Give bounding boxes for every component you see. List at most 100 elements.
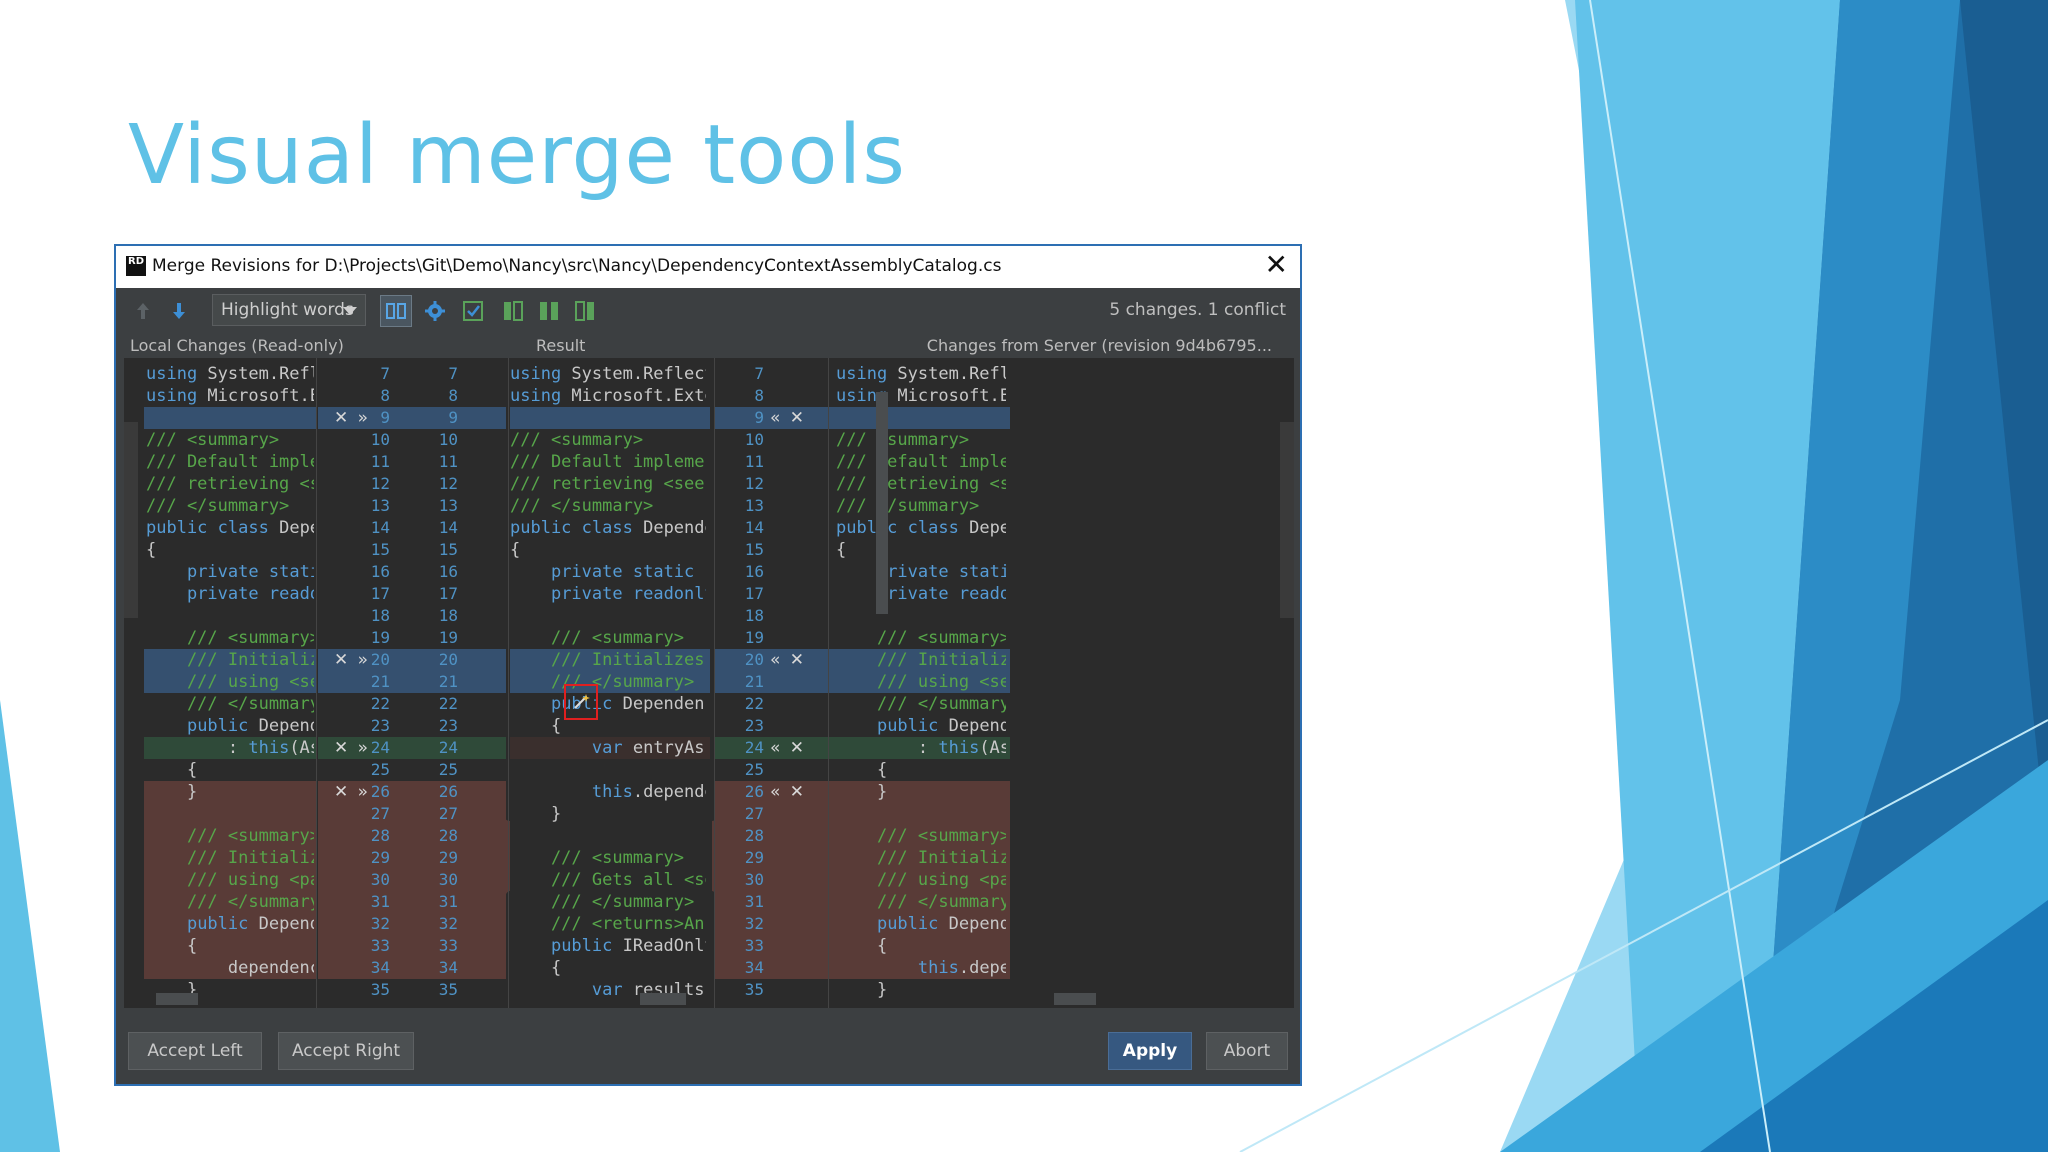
left-code-line: /// using <see ci (186, 672, 314, 692)
result-code-line: /// </summary> (510, 672, 695, 692)
settings-gear-icon[interactable] (422, 298, 448, 324)
right-code-line: public class Depender (836, 518, 1006, 538)
prev-change-icon[interactable] (130, 298, 156, 324)
left-line-number: 14 (370, 518, 390, 537)
left-scroll-thumb[interactable] (156, 993, 198, 1005)
pane-divider[interactable] (508, 358, 509, 1008)
result-left-line-number: 33 (438, 936, 458, 955)
left-gutter-highlight (318, 913, 506, 935)
left-gutter-highlight (318, 957, 506, 979)
left-code-line: /// using <parami (186, 870, 314, 890)
left-code-line: } (146, 782, 198, 802)
accept-right-icon[interactable] (572, 298, 598, 324)
highlight-mode-dropdown[interactable]: Highlight words (212, 294, 366, 326)
left-code-line: : this(Assemt (146, 738, 314, 758)
accept-right-change-marker[interactable]: « ✕ (770, 407, 806, 429)
center-scroll-thumb[interactable] (640, 993, 686, 1005)
left-gutter-highlight (318, 847, 506, 869)
abort-button[interactable]: Abort (1206, 1032, 1288, 1070)
result-left-line-number: 26 (438, 782, 458, 801)
right-code-line: /// using <see ci (876, 672, 1006, 692)
left-line-number: 32 (370, 914, 390, 933)
accept-right-change-marker[interactable]: « ✕ (770, 781, 806, 803)
result-code-line: /// <summary> (510, 430, 644, 450)
result-left-line-number: 27 (438, 804, 458, 823)
side-by-side-icon[interactable] (380, 295, 412, 327)
result-code-line: private static reado (550, 562, 706, 582)
result-left-line-number: 21 (438, 672, 458, 691)
result-left-line-number: 9 (448, 408, 458, 427)
right-error-stripe (1280, 422, 1294, 618)
result-left-line-number: 12 (438, 474, 458, 493)
accept-right-change-marker[interactable]: « ✕ (770, 737, 806, 759)
left-line-number: 28 (370, 826, 390, 845)
accept-left-change-marker[interactable]: ✕ » (334, 781, 370, 803)
accept-left-icon[interactable] (500, 298, 526, 324)
left-code-line: using Microsoft.Exter (146, 386, 314, 406)
accept-left-button[interactable]: Accept Left (128, 1032, 262, 1070)
dialog-footer: Accept Left Accept Right Apply Abort (116, 1008, 1300, 1084)
result-right-line-number: 25 (744, 760, 764, 779)
result-code-line: /// </summary> (510, 496, 654, 516)
pane-divider[interactable] (714, 358, 715, 1008)
dialog-titlebar: RD Merge Revisions for D:\Projects\Git\D… (116, 246, 1300, 288)
right-code-line: : this(Assemt (836, 738, 1006, 758)
result-right-line-number: 16 (744, 562, 764, 581)
result-left-line-number: 19 (438, 628, 458, 647)
pane-headers: Local Changes (Read-only) Result Changes… (116, 332, 1300, 358)
left-line-number: 7 (380, 364, 390, 383)
apply-non-conflicting-icon[interactable] (460, 298, 486, 324)
result-code-line: /// <returns>An <see (550, 914, 705, 934)
pane-divider[interactable] (316, 358, 317, 1008)
result-right-line-number: 12 (744, 474, 764, 493)
result-left-line-number: 11 (438, 452, 458, 471)
result-left-line-number: 22 (438, 694, 458, 713)
result-right-line-number: 21 (744, 672, 764, 691)
result-left-line-number: 14 (438, 518, 458, 537)
right-code-line: /// Initializes a (876, 650, 1006, 670)
right-change-highlight (834, 803, 1010, 825)
accept-left-change-marker[interactable]: ✕ » (334, 407, 370, 429)
accept-both-icon[interactable] (536, 298, 562, 324)
left-code-line: /// <summary> (146, 826, 314, 846)
right-scroll-thumb[interactable] (1054, 993, 1096, 1005)
left-code-line: public Dependency (186, 914, 314, 934)
result-right-line-number: 33 (744, 936, 764, 955)
close-icon[interactable]: ✕ (1265, 250, 1288, 280)
right-code-line: } (836, 980, 888, 1000)
result-right-line-number: 10 (744, 430, 764, 449)
left-change-highlight (144, 407, 316, 429)
result-left-line-number: 29 (438, 848, 458, 867)
result-right-line-number: 20 (744, 650, 764, 669)
result-right-line-number: 18 (744, 606, 764, 625)
next-change-icon[interactable] (166, 298, 192, 324)
accept-left-change-marker[interactable]: ✕ » (334, 649, 370, 671)
magic-resolve-icon[interactable] (564, 684, 598, 720)
result-right-line-number: 28 (744, 826, 764, 845)
result-right-line-number: 15 (744, 540, 764, 559)
result-left-line-number: 32 (438, 914, 458, 933)
accept-right-button[interactable]: Accept Right (278, 1032, 414, 1070)
merge-editor[interactable]: using System.Reflecti 7 7 using System.Refl… (124, 358, 1294, 1008)
right-code-line: /// using <parami (876, 870, 1006, 890)
left-code-line: public class Depender (146, 518, 314, 538)
result-right-line-number: 13 (744, 496, 764, 515)
result-left-line-number: 24 (438, 738, 458, 757)
accept-right-change-marker[interactable]: « ✕ (770, 649, 806, 671)
result-right-line-number: 7 (754, 364, 764, 383)
apply-button[interactable]: Apply (1108, 1032, 1192, 1070)
left-line-number: 23 (370, 716, 390, 735)
merge-revisions-dialog: RD Merge Revisions for D:\Projects\Git\D… (114, 244, 1302, 1086)
pane-divider[interactable] (828, 358, 829, 1008)
center-vertical-scrollbar[interactable] (876, 392, 888, 614)
changes-summary: 5 changes. 1 conflict (1109, 300, 1286, 320)
right-code-line: /// <summary> (836, 628, 1006, 648)
right-change-highlight (834, 407, 1010, 429)
right-code-line: public Dependency (876, 914, 1006, 934)
left-line-number: 10 (370, 430, 390, 449)
right-code-line: this.depender (917, 958, 1006, 978)
slide-title: Visual merge tools (128, 108, 907, 203)
right-code-line: private static re (876, 562, 1006, 582)
accept-left-change-marker[interactable]: ✕ » (334, 737, 370, 759)
result-right-line-number: 26 (744, 782, 764, 801)
